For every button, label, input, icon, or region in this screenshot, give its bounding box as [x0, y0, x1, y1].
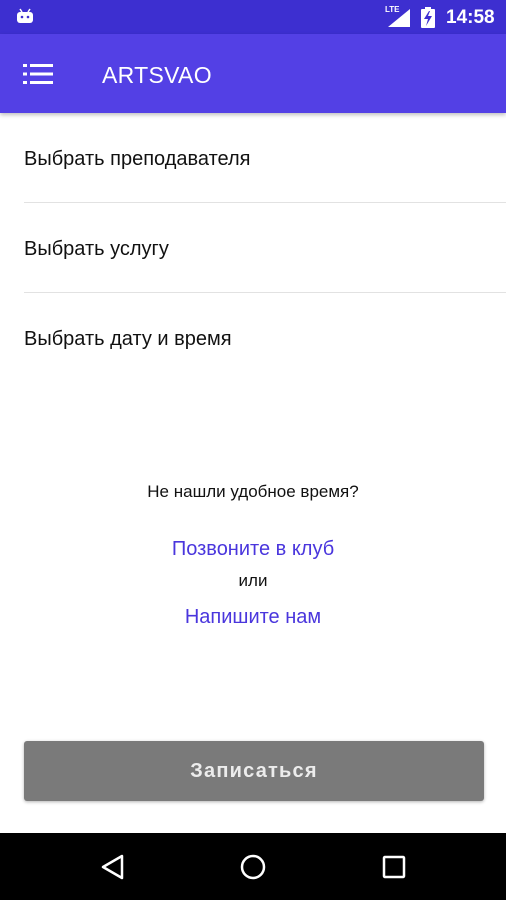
android-icon: [17, 8, 33, 23]
system-nav-bar: [0, 833, 506, 900]
select-service-label: Выбрать услугу: [24, 238, 169, 260]
booking-options-list: Выбрать преподавателя Выбрать услугу Выб…: [0, 113, 506, 383]
menu-button[interactable]: [18, 54, 58, 94]
signal-icon: [388, 9, 410, 27]
select-datetime-label: Выбрать дату и время: [24, 328, 232, 350]
recents-icon: [382, 855, 406, 879]
menu-list-icon: [23, 64, 53, 84]
select-datetime-item[interactable]: Выбрать дату и время: [0, 293, 506, 383]
app-bar: ARTSVAO: [0, 34, 506, 113]
status-time: 14:58: [446, 7, 495, 28]
app-title: ARTSVAO: [102, 62, 212, 88]
battery-charging-icon: [421, 7, 435, 28]
back-button[interactable]: [93, 847, 133, 887]
or-text: или: [238, 571, 268, 590]
write-us-link[interactable]: Напишите нам: [185, 604, 321, 630]
no-time-question: Не нашли удобное время?: [147, 482, 359, 501]
call-club-link[interactable]: Позвоните в клуб: [172, 536, 334, 562]
select-service-item[interactable]: Выбрать услугу: [0, 203, 506, 293]
select-teacher-item[interactable]: Выбрать преподавателя: [0, 113, 506, 203]
select-teacher-label: Выбрать преподавателя: [24, 148, 251, 170]
home-icon: [240, 854, 266, 880]
signup-button[interactable]: Записаться: [24, 741, 484, 801]
recents-button[interactable]: [374, 847, 414, 887]
back-icon: [101, 854, 124, 880]
status-bar: LTE 14:58: [0, 0, 506, 34]
home-button[interactable]: [233, 847, 273, 887]
app-screen: LTE 14:58 ARTSVAO Выбрать преподавателя …: [0, 0, 506, 900]
contact-section: Не нашли удобное время? Позвоните в клуб…: [0, 480, 506, 630]
